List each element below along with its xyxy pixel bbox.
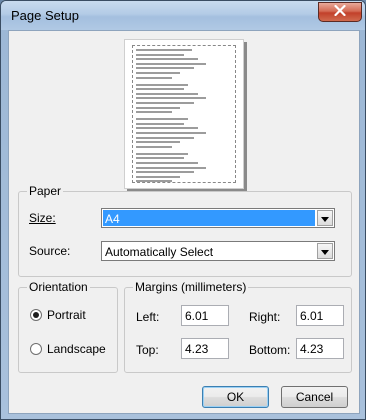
preview-text-line — [136, 118, 188, 121]
preview-text-line — [136, 157, 184, 160]
bottom-margin-label: Bottom: — [249, 343, 291, 357]
source-select-value: Automatically Select — [105, 245, 214, 259]
preview-text-line — [136, 180, 172, 183]
preview-text-line — [136, 162, 198, 164]
preview-text-line — [136, 136, 194, 139]
preview-text-line — [136, 166, 206, 169]
portrait-label[interactable]: Portrait — [47, 308, 86, 322]
page-setup-window: Page Setup Paper Size: A4 Source: Automa… — [0, 0, 366, 420]
page-preview — [124, 39, 244, 189]
chevron-down-icon — [321, 211, 329, 225]
orientation-group-label: Orientation — [27, 280, 90, 294]
preview-text-line — [136, 122, 184, 125]
preview-text-line — [136, 92, 198, 95]
bottom-margin-input[interactable] — [296, 338, 344, 359]
portrait-radio[interactable] — [30, 309, 42, 321]
preview-text-line — [136, 141, 180, 144]
source-label-text: Source: — [29, 244, 71, 258]
preview-text-line — [136, 62, 206, 65]
source-dropdown-button[interactable] — [317, 243, 333, 259]
preview-text-line — [136, 106, 180, 109]
preview-margin-outline — [132, 45, 236, 183]
landscape-label[interactable]: Landscape — [47, 342, 106, 356]
paper-group: Paper — [18, 184, 352, 277]
preview-text-line — [136, 83, 188, 86]
preview-text-line — [136, 171, 194, 174]
preview-text-line — [136, 58, 198, 61]
left-margin-input[interactable] — [181, 305, 229, 326]
preview-text-line — [136, 111, 172, 114]
preview-text-line — [136, 175, 180, 178]
size-select-value: A4 — [103, 210, 315, 226]
preview-text-line — [136, 97, 206, 100]
dialog-body: Paper Size: A4 Source: Automatically Sel… — [8, 30, 360, 414]
preview-text-line — [136, 88, 184, 91]
preview-text-line — [136, 72, 180, 74]
cancel-button[interactable]: Cancel — [281, 386, 348, 408]
source-label: Source: — [29, 244, 70, 258]
top-margin-label: Top: — [136, 343, 159, 357]
window-title: Page Setup — [11, 8, 79, 23]
orientation-group: Orientation — [18, 280, 118, 373]
preview-text-line — [136, 145, 172, 148]
right-margin-input[interactable] — [296, 305, 344, 326]
preview-text-line — [136, 67, 194, 70]
preview-text-line — [136, 152, 188, 155]
ok-button[interactable]: OK — [202, 386, 269, 408]
source-select[interactable]: Automatically Select — [101, 241, 335, 261]
top-margin-input[interactable] — [181, 338, 229, 359]
size-label: Size: — [29, 211, 56, 225]
margins-group-label: Margins (millimeters) — [133, 280, 249, 294]
preview-text-line — [136, 49, 192, 51]
preview-text-line — [136, 127, 198, 130]
size-select[interactable]: A4 — [101, 208, 335, 228]
landscape-radio[interactable] — [30, 343, 42, 355]
paper-group-label: Paper — [27, 184, 64, 198]
margins-group: Margins (millimeters) — [124, 280, 352, 373]
preview-text-line — [136, 53, 184, 56]
close-button[interactable] — [318, 2, 362, 22]
size-dropdown-button[interactable] — [317, 210, 333, 226]
close-icon — [334, 4, 346, 19]
preview-text-line — [136, 76, 172, 79]
title-bar[interactable]: Page Setup — [1, 1, 365, 30]
size-label-text: Size: — [29, 211, 56, 225]
chevron-down-icon — [321, 244, 329, 258]
preview-text-line — [136, 102, 194, 104]
right-margin-label: Right: — [249, 310, 281, 324]
left-margin-label: Left: — [136, 310, 160, 324]
preview-text-line — [136, 132, 206, 134]
